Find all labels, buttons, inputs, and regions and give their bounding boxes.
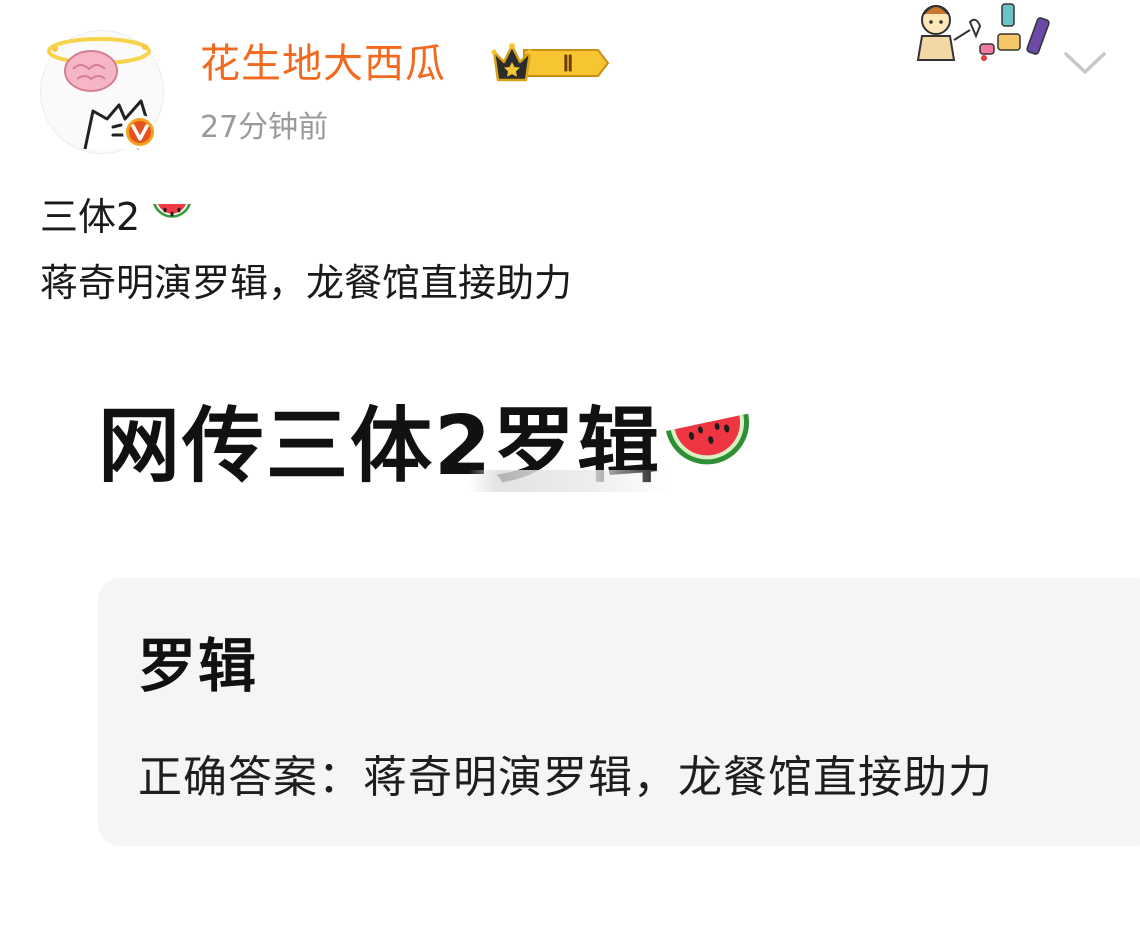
weibo-post-page: 花生地大西瓜 Ⅱ 27分钟前 三体2 蒋奇明演罗辑，龙餐馆直接助力 网传三体2罗… <box>0 0 1140 950</box>
chevron-down-icon[interactable] <box>1062 48 1108 78</box>
post-timestamp: 27分钟前 <box>200 110 329 145</box>
vip-crown-icon[interactable]: Ⅱ <box>490 40 612 86</box>
post-text-line1: 三体2 <box>40 190 194 244</box>
verified-icon <box>123 115 157 149</box>
post-text-line2: 蒋奇明演罗辑，龙餐馆直接助力 <box>40 261 573 305</box>
card-answer-text: 正确答案：蒋奇明演罗辑，龙餐馆直接助力 <box>138 752 993 803</box>
card-title: 罗辑 <box>138 632 259 700</box>
watermelon-icon <box>666 413 750 465</box>
watermelon-icon <box>153 204 192 218</box>
blurred-overlay <box>468 470 668 492</box>
sticker-icon <box>916 3 1050 61</box>
author-name[interactable]: 花生地大西瓜 <box>200 36 446 92</box>
post-text-line1-text: 三体2 <box>40 195 141 239</box>
vip-level-text: Ⅱ <box>563 51 574 76</box>
